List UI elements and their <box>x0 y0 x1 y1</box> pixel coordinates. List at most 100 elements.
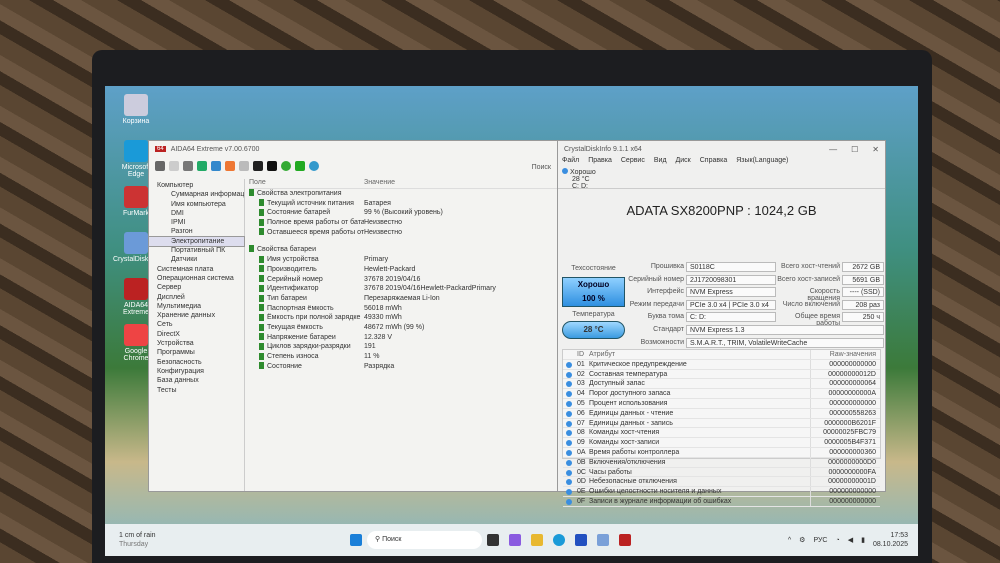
section-header[interactable]: Свойства батареи <box>249 245 557 255</box>
drive-icon[interactable] <box>183 161 193 171</box>
tree-item[interactable]: Дисплей <box>149 293 244 302</box>
menu-item[interactable]: Справка <box>700 157 727 167</box>
tree-item[interactable]: Сеть <box>149 320 244 329</box>
property-row[interactable]: Паспортная ёмкость 56018 mWh <box>249 304 557 314</box>
cdi-titlebar[interactable]: CrystalDiskInfo 9.1.1 x64 — ☐ ✕ <box>558 141 885 157</box>
disk-tab[interactable]: Хорошо 28 °C C: D: <box>558 167 885 190</box>
smart-row[interactable]: 01 Критическое предупреждение 000000000000 <box>563 359 880 370</box>
tree-item[interactable]: DirectX <box>149 330 244 339</box>
smart-row[interactable]: 0E Ошибки целостности носителя и данных 00… <box>563 487 880 497</box>
header-id[interactable]: ID <box>577 350 589 359</box>
property-row[interactable]: Тип батареи Перезаряжаемая Li-Ion <box>249 294 557 304</box>
weather-widget[interactable]: 1 cm of rain Thursday <box>105 531 345 549</box>
smart-row[interactable]: 09 Команды хост-записи 0000005B4F371 <box>563 438 880 448</box>
language-indicator[interactable]: РУС <box>813 537 827 544</box>
header-attribute[interactable]: Атрибут <box>589 350 810 359</box>
memory-icon[interactable] <box>197 161 207 171</box>
property-row[interactable]: Циклов зарядки-разрядки 191 <box>249 342 557 352</box>
tree-item[interactable]: DMI <box>149 209 244 218</box>
menu-item[interactable]: Правка <box>588 157 612 167</box>
property-row[interactable]: Идентификатор 37678 2019/04/16Hewlett-Pac… <box>249 284 557 294</box>
tree-item[interactable]: Конфигурация <box>149 367 244 376</box>
property-row[interactable]: Ёмкость при полной зарядке 49330 mWh <box>249 313 557 323</box>
property-row[interactable]: Оставшееся время работы от ... Неизвестно <box>249 228 557 238</box>
smart-row[interactable]: 04 Порог доступного запаса 00000000000A <box>563 389 880 399</box>
property-row[interactable]: Состояние батарей 99 % (Высокий уровень) <box>249 208 557 218</box>
health-status-button[interactable]: Хорошо 100 % <box>562 277 625 307</box>
menu-item[interactable]: Диск <box>676 157 691 167</box>
download-icon[interactable] <box>295 161 305 171</box>
flame-icon[interactable] <box>225 161 235 171</box>
property-row[interactable]: Серийный номер 37678 2019/04/16 <box>249 275 557 285</box>
column-header-field[interactable]: Поле <box>249 179 364 188</box>
tree-item[interactable]: Электропитание <box>148 235 245 248</box>
network-icon[interactable] <box>211 161 221 171</box>
sensor-icon[interactable] <box>281 161 291 171</box>
aida64-taskbar-icon[interactable] <box>619 534 631 546</box>
menu-item[interactable]: Файл <box>562 157 579 167</box>
column-header-value[interactable]: Значение <box>364 179 395 188</box>
maximize-icon[interactable]: ☐ <box>851 145 858 154</box>
tree-item[interactable]: Мультимедиа <box>149 302 244 311</box>
report-icon[interactable] <box>169 161 179 171</box>
search-field[interactable]: Поиск <box>532 164 551 171</box>
wifi-icon[interactable]: ◔ <box>835 537 839 544</box>
smart-row[interactable]: 05 Процент использования 000000000000 <box>563 398 880 409</box>
crystaldiskinfo-taskbar-icon[interactable] <box>597 534 609 546</box>
minimize-icon[interactable]: — <box>829 145 837 154</box>
property-row[interactable]: Имя устройства Primary <box>249 255 557 265</box>
tree-item[interactable]: Разгон <box>149 227 244 236</box>
chevron-up-icon[interactable]: ^ <box>788 537 791 544</box>
tree-item[interactable]: Хранение данных <box>149 311 244 320</box>
tree-item[interactable]: Сервер <box>149 283 244 292</box>
tree-item[interactable]: Безопасность <box>149 358 244 367</box>
property-row[interactable]: Текущая ёмкость 48672 mWh (99 %) <box>249 323 557 333</box>
tree-item[interactable]: Операционная система <box>149 274 244 283</box>
battery-icon[interactable]: ▮ <box>861 536 865 544</box>
smart-row[interactable]: 0A Время работы контроллера 000000000360 <box>563 447 880 458</box>
tree-item[interactable]: Устройства <box>149 339 244 348</box>
tree-item[interactable]: Имя компьютера <box>149 200 244 209</box>
taskbar-search[interactable]: ⚲ Поиск <box>367 531 482 549</box>
menu-item[interactable]: Язык(Language) <box>736 157 788 167</box>
desktop-icon[interactable]: Корзина <box>113 94 159 125</box>
clock[interactable]: 17:53 08.10.2025 <box>873 531 908 549</box>
section-header[interactable]: Свойства электропитания <box>249 189 557 199</box>
start-icon[interactable] <box>350 534 362 546</box>
smart-row[interactable]: 0D Небезопасные отключения 00000000001D <box>563 477 880 488</box>
tree-item[interactable]: Суммарная информация <box>149 190 244 199</box>
edge-icon[interactable] <box>553 534 565 546</box>
refresh-icon[interactable] <box>155 161 165 171</box>
property-row[interactable]: Полное время работы от бата... Неизвестно <box>249 218 557 228</box>
tray-icon[interactable]: ⚙ <box>799 536 805 544</box>
tree-item[interactable]: Компьютер <box>149 181 244 190</box>
copilot-icon[interactable] <box>509 534 521 546</box>
smart-row[interactable]: 02 Составная температура 00000000012D <box>563 369 880 380</box>
property-row[interactable]: Напряжение батареи 12.328 V <box>249 333 557 343</box>
property-row[interactable]: Степень износа 11 % <box>249 352 557 362</box>
search-icon[interactable] <box>309 161 319 171</box>
menu-item[interactable]: Сервис <box>621 157 645 167</box>
smart-row[interactable]: 0F Записи в журнале информации об ошибках… <box>563 496 880 507</box>
property-row[interactable]: Состояние Разрядка <box>249 362 557 372</box>
tree-item[interactable]: IPMI <box>149 218 244 227</box>
tools-icon[interactable] <box>239 161 249 171</box>
task-view-icon[interactable] <box>487 534 499 546</box>
tree-item[interactable]: Портативный ПК <box>149 246 244 255</box>
smart-row[interactable]: 0C Часы работы 0000000000FA <box>563 467 880 478</box>
smart-row[interactable]: 08 Команды хост-чтения 00000025FBC79 <box>563 428 880 439</box>
menu-item[interactable]: Вид <box>654 157 667 167</box>
benchmark-icon[interactable] <box>267 161 277 171</box>
tree-item[interactable]: Программы <box>149 348 244 357</box>
file-explorer-icon[interactable] <box>531 534 543 546</box>
smart-row[interactable]: 03 Доступный запас 000000000064 <box>563 379 880 390</box>
temperature-button[interactable]: 28 °C <box>562 321 625 339</box>
store-icon[interactable] <box>575 534 587 546</box>
aida64-titlebar[interactable]: 64 AIDA64 Extreme v7.00.6700 <box>149 141 557 157</box>
tree-item[interactable]: База данных <box>149 376 244 385</box>
property-row[interactable]: Текущий источник питания Батарея <box>249 199 557 209</box>
property-row[interactable]: Производитель Hewlett-Packard <box>249 265 557 275</box>
user-icon[interactable] <box>253 161 263 171</box>
tree-item[interactable]: Системная плата <box>149 265 244 274</box>
smart-row[interactable]: 0B Включения/отключения 0000000000D0 <box>563 457 880 468</box>
